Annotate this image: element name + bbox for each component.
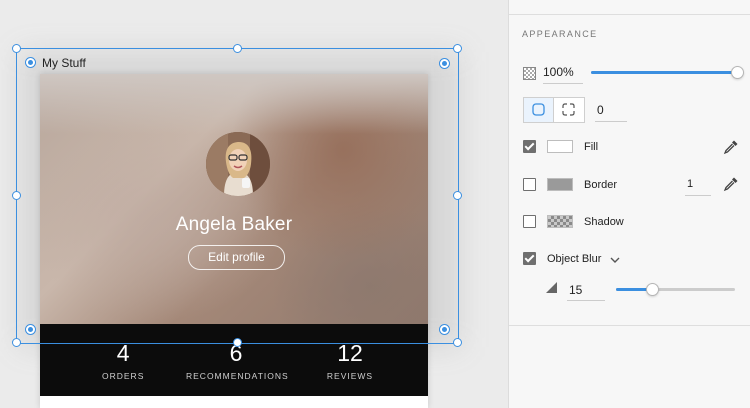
blur-amount-input[interactable]: 15	[569, 283, 582, 297]
corner-radius-input[interactable]: 0	[597, 103, 604, 117]
opacity-slider-knob[interactable]	[731, 66, 744, 79]
input-underline	[567, 300, 605, 301]
resize-handle-right[interactable]	[453, 191, 462, 200]
blur-slider-knob[interactable]	[646, 283, 659, 296]
independent-corners-icon	[562, 103, 575, 116]
stat-label: RECOMMENDATIONS	[186, 371, 289, 381]
stat-reviews: 12 REVIEWS	[322, 340, 378, 381]
resize-handle-bottom[interactable]	[233, 338, 242, 347]
fill-checkbox[interactable]	[523, 140, 536, 153]
stat-label: ORDERS	[102, 371, 145, 381]
border-label: Border	[584, 179, 618, 191]
artboard-target-icon[interactable]	[25, 57, 36, 68]
fill-color-swatch[interactable]	[547, 140, 573, 153]
shadow-label: Shadow	[584, 216, 624, 228]
rounded-corner-icon	[532, 103, 545, 116]
input-underline	[543, 83, 583, 84]
stat-orders: 4 ORDERS	[102, 340, 144, 381]
uniform-corners-button[interactable]	[524, 98, 553, 122]
fill-label: Fill	[584, 141, 599, 153]
opacity-slider[interactable]	[591, 66, 744, 79]
input-underline	[595, 121, 627, 122]
chevron-down-icon[interactable]	[610, 256, 620, 264]
artboard-target-icon[interactable]	[439, 58, 450, 69]
artboard-target-icon[interactable]	[439, 324, 450, 335]
selection-box[interactable]	[16, 48, 459, 344]
eyedropper-icon[interactable]	[723, 176, 739, 192]
resize-handle-top-left[interactable]	[12, 44, 21, 53]
property-inspector: APPEARANCE 100% 0 Fill Border 1 Shadow O…	[508, 0, 750, 408]
opacity-input[interactable]: 100%	[543, 65, 574, 79]
divider	[509, 325, 750, 326]
border-checkbox[interactable]	[523, 178, 536, 191]
object-blur-checkbox[interactable]	[523, 252, 536, 265]
corner-mode-toggle	[523, 97, 585, 123]
eyedropper-icon[interactable]	[723, 139, 739, 155]
opacity-slider-fill	[591, 71, 737, 74]
border-color-swatch[interactable]	[547, 178, 573, 191]
shadow-checkbox[interactable]	[523, 215, 536, 228]
shadow-color-swatch[interactable]	[547, 215, 573, 228]
blur-slider[interactable]	[616, 283, 735, 296]
stat-label: REVIEWS	[326, 371, 374, 381]
resize-handle-top[interactable]	[233, 44, 242, 53]
section-title-appearance: APPEARANCE	[522, 29, 598, 39]
divider	[509, 14, 750, 15]
opacity-checker-icon	[523, 67, 536, 80]
resize-handle-bottom-left[interactable]	[12, 338, 21, 347]
independent-corners-button[interactable]	[554, 98, 583, 122]
resize-handle-bottom-right[interactable]	[453, 338, 462, 347]
artboard-target-icon[interactable]	[25, 324, 36, 335]
resize-handle-top-right[interactable]	[453, 44, 462, 53]
blur-icon	[546, 282, 557, 293]
design-canvas[interactable]: Angela Baker Edit profile 4 ORDERS 6 REC…	[0, 0, 508, 408]
resize-handle-left[interactable]	[12, 191, 21, 200]
artboard-content-below	[40, 396, 428, 408]
object-blur-label[interactable]: Object Blur	[547, 253, 601, 265]
input-underline	[685, 195, 711, 196]
border-width-input[interactable]: 1	[687, 178, 693, 190]
